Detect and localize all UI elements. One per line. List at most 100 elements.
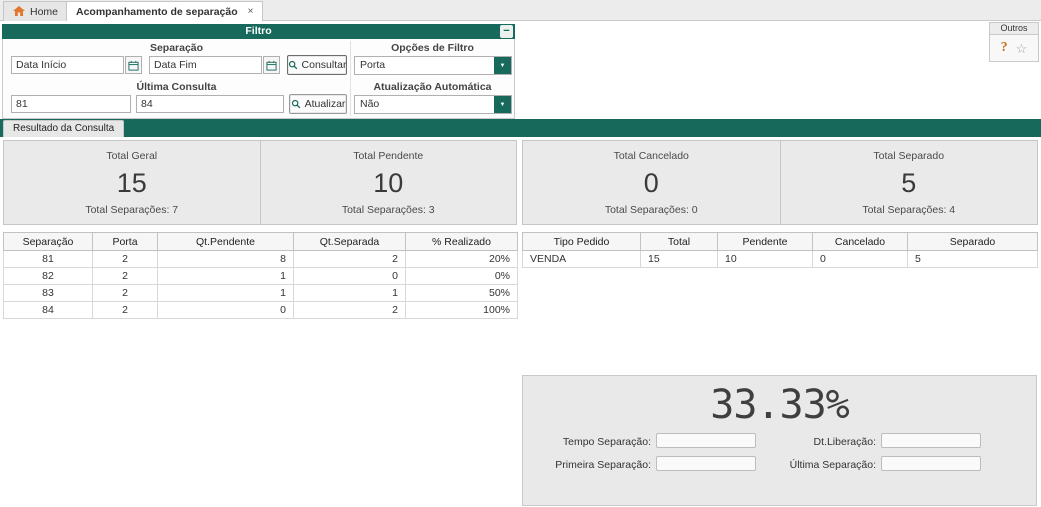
table-row[interactable]: 83 2 1 1 50% [3,284,518,302]
outros-panel-title: Outros [989,22,1039,35]
cell: 1 [293,284,406,302]
card-title: Total Cancelado [613,150,689,162]
table-row[interactable]: 81 2 8 2 20% [3,250,518,268]
result-tab-strip: Resultado da Consulta [0,119,1041,137]
column-header: Tipo Pedido [522,232,641,251]
cell: 50% [405,284,518,302]
card-subtitle: Total Separações: 3 [341,204,435,216]
column-header: Separado [907,232,1038,251]
card-total-separado: Total Separado 5 Total Separações: 4 [779,141,1038,224]
data-inicio-calendar-button[interactable] [125,56,142,74]
opcoes-filtro-value: Porta [360,59,386,71]
dt-liberacao-field[interactable] [881,433,981,448]
summary-cards-right: Total Cancelado 0 Total Separações: 0 To… [522,140,1038,225]
column-header: Total [640,232,718,251]
atualizar-button-label: Atualizar [304,98,346,110]
cell: 2 [92,267,158,285]
cell: 0 [293,267,406,285]
outros-panel-body: ? ☆ [989,35,1039,62]
atualizar-button[interactable]: Atualizar [289,94,347,114]
cell: 84 [3,301,93,319]
tab-bar: Home Acompanhamento de separação × [0,0,1041,21]
atualizacao-automatica-value: Não [360,98,380,110]
cell: 81 [3,250,93,268]
cell: 0 [812,250,908,268]
card-subtitle: Total Separações: 4 [862,204,956,216]
data-inicio-input[interactable] [11,56,124,74]
card-total-cancelado: Total Cancelado 0 Total Separações: 0 [523,141,780,224]
ultima-consulta-de-input[interactable] [11,95,131,113]
consultar-button-label: Consultar [301,59,347,71]
home-icon [13,6,25,17]
filter-panel-body: Separação Consultar Opções de Filtro [2,39,515,119]
card-total-geral: Total Geral 15 Total Separações: 7 [4,141,260,224]
primeira-separacao-field[interactable] [656,456,756,471]
cell: 82 [3,267,93,285]
cell: 100% [405,301,518,319]
dt-liberacao-label: Dt.Liberação: [813,436,876,448]
data-fim-input[interactable] [149,56,262,74]
card-value: 15 [116,167,147,198]
group-label-atualizacao-automatica: Atualização Automática [373,81,492,93]
filter-panel: Filtro − Separação Cons [2,24,515,119]
filter-panel-header: Filtro − [2,24,515,39]
tab-acompanhamento-label: Acompanhamento de separação [76,5,238,18]
card-total-pendente: Total Pendente 10 Total Separações: 3 [259,141,517,224]
atualizacao-automatica-dropdown[interactable]: Não ▼ [354,95,512,114]
card-value: 10 [373,167,404,198]
table-row[interactable]: VENDA 15 10 0 5 [522,250,1038,268]
opcoes-filtro-dropdown[interactable]: Porta ▼ [354,56,512,75]
close-icon[interactable]: × [248,6,254,17]
search-icon [288,60,298,70]
calendar-icon [128,60,139,71]
table-row[interactable]: 84 2 0 2 100% [3,301,518,319]
summary-cards-left: Total Geral 15 Total Separações: 7 Total… [3,140,517,225]
cell: 2 [92,301,158,319]
primeira-separacao-label: Primeira Separação: [555,459,651,471]
separacoes-table: Separação Porta Qt.Pendente Qt.Separada … [3,232,518,319]
percent-realized-value: 33.33% [710,382,850,428]
cell: 10 [717,250,813,268]
column-header: Qt.Pendente [157,232,294,251]
column-header: % Realizado [405,232,518,251]
card-subtitle: Total Separações: 7 [85,204,179,216]
consultar-button[interactable]: Consultar [287,55,347,75]
tab-acompanhamento[interactable]: Acompanhamento de separação × [66,1,264,21]
outros-panel: Outros ? ☆ [989,22,1039,62]
card-title: Total Pendente [353,150,424,162]
detail-panel: 33.33% Tempo Separação: Dt.Liberação: Pr… [522,375,1037,506]
ultima-consulta-ate-input[interactable] [136,95,284,113]
card-value: 0 [643,167,659,198]
ultima-separacao-label: Última Separação: [789,459,876,471]
tempo-separacao-field[interactable] [656,433,756,448]
cell: 1 [157,267,294,285]
cell: 5 [907,250,1038,268]
column-header: Cancelado [812,232,908,251]
data-fim-calendar-button[interactable] [263,56,280,74]
cell: 20% [405,250,518,268]
table-row[interactable]: 82 2 1 0 0% [3,267,518,285]
cell: VENDA [522,250,641,268]
cell: 8 [157,250,294,268]
tab-resultado-da-consulta[interactable]: Resultado da Consulta [3,120,125,137]
column-header: Porta [92,232,158,251]
tab-home[interactable]: Home [3,1,69,21]
cell: 0 [157,301,294,319]
cell: 83 [3,284,93,302]
cell: 2 [92,284,158,302]
ultima-separacao-field[interactable] [881,456,981,471]
tab-home-label: Home [30,5,59,18]
star-icon[interactable]: ☆ [1016,42,1028,55]
table-header-row: Tipo Pedido Total Pendente Cancelado Sep… [522,232,1038,251]
group-label-separacao: Separação [149,42,204,54]
chevron-down-icon: ▼ [494,57,511,74]
cell: 2 [293,250,406,268]
help-icon[interactable]: ? [1001,40,1008,56]
cell: 2 [92,250,158,268]
card-subtitle: Total Separações: 0 [604,204,698,216]
card-title: Total Separado [873,150,945,162]
column-header: Separação [3,232,93,251]
column-header: Qt.Separada [293,232,406,251]
group-label-opcoes-filtro: Opções de Filtro [391,42,474,54]
minimize-icon[interactable]: − [500,25,513,38]
